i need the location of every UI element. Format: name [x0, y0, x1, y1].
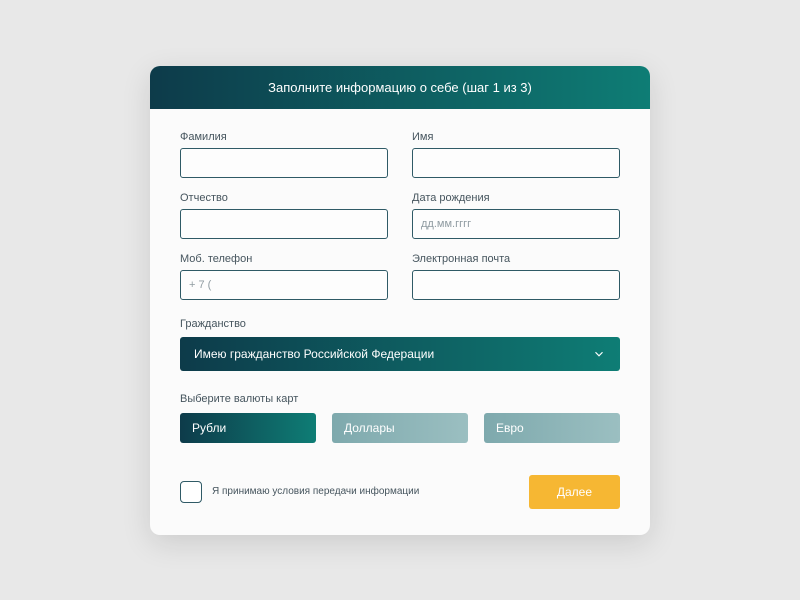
dob-field[interactable] — [412, 209, 620, 239]
dob-label: Дата рождения — [412, 192, 620, 204]
currency-dollar-chip[interactable]: Доллары — [332, 413, 468, 443]
citizenship-value: Имею гражданство Российской Федерации — [194, 347, 434, 361]
currency-label: Выберите валюты карт — [180, 393, 298, 405]
form-card: Заполните информацию о себе (шаг 1 из 3)… — [150, 66, 650, 535]
citizenship-select[interactable]: Имею гражданство Российской Федерации — [180, 337, 620, 371]
next-button[interactable]: Далее — [529, 475, 620, 509]
form-title: Заполните информацию о себе (шаг 1 из 3) — [268, 80, 532, 95]
consent-label: Я принимаю условия передачи информации — [212, 486, 419, 497]
email-label: Электронная почта — [412, 253, 620, 265]
consent-row: Я принимаю условия передачи информации — [180, 481, 419, 503]
patronymic-field[interactable] — [180, 209, 388, 239]
form-header: Заполните информацию о себе (шаг 1 из 3) — [150, 66, 650, 109]
patronymic-label: Отчество — [180, 192, 388, 204]
firstname-label: Имя — [412, 131, 620, 143]
phone-label: Моб. телефон — [180, 253, 388, 265]
currency-euro-chip[interactable]: Евро — [484, 413, 620, 443]
email-field[interactable] — [412, 270, 620, 300]
lastname-field[interactable] — [180, 148, 388, 178]
currency-ruble-chip[interactable]: Рубли — [180, 413, 316, 443]
chevron-down-icon — [592, 347, 606, 361]
consent-checkbox[interactable] — [180, 481, 202, 503]
firstname-field[interactable] — [412, 148, 620, 178]
form-body: Фамилия Имя Отчество Дата рождения Моб. … — [150, 109, 650, 535]
phone-field[interactable] — [180, 270, 388, 300]
citizenship-label: Гражданство — [180, 318, 246, 330]
lastname-label: Фамилия — [180, 131, 388, 143]
